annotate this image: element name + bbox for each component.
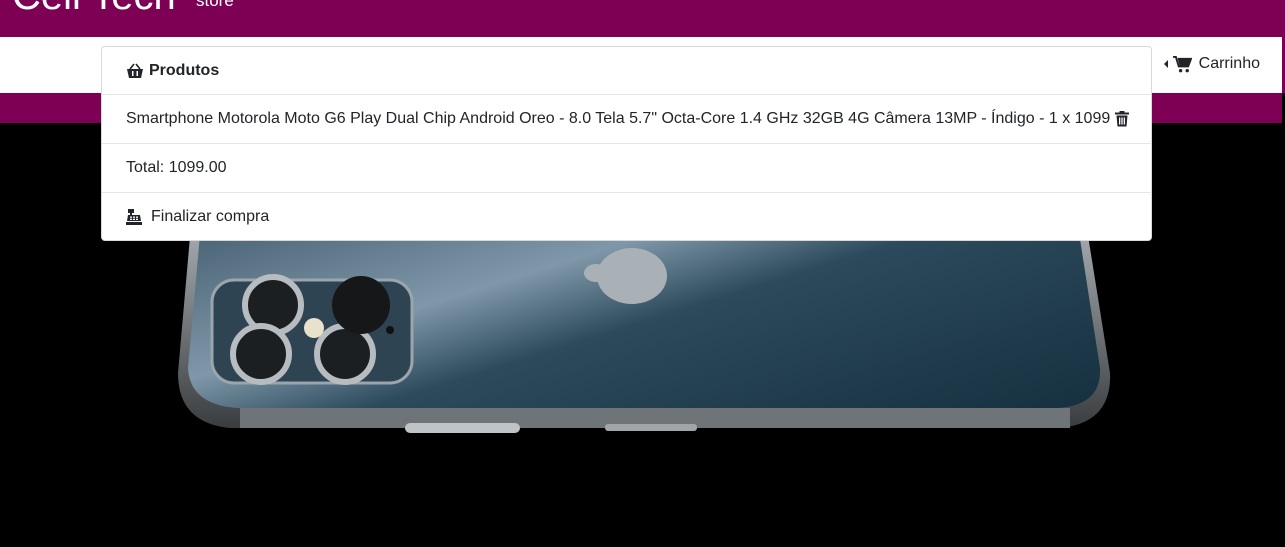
- checkout-label: Finalizar compra: [151, 208, 270, 225]
- cart-dropdown-title: Produtos: [149, 61, 220, 79]
- cart-dropdown-header: Produtos: [102, 47, 1151, 95]
- shopping-basket-icon: [127, 63, 143, 78]
- cart-dropdown-menu: Produtos Smartphone Motorola Moto G6 Pla…: [101, 46, 1152, 241]
- cart-total-text: Total: 1099.00: [126, 159, 227, 176]
- cash-register-icon: [126, 209, 142, 225]
- brand-suffix: store: [196, 0, 234, 10]
- trash-icon[interactable]: [1115, 111, 1130, 127]
- cart-item-description: Smartphone Motorola Moto G6 Play Dual Ch…: [126, 110, 1111, 127]
- cart-dropdown-toggle[interactable]: Carrinho: [1163, 55, 1260, 73]
- brand-header: Cell Tech store: [0, 0, 1285, 37]
- brand-name[interactable]: Cell Tech: [12, 0, 176, 16]
- shopping-cart-icon: [1172, 55, 1192, 72]
- checkout-link[interactable]: Finalizar compra: [102, 193, 1151, 241]
- caret-left-icon: [1163, 60, 1168, 68]
- cart-label: Carrinho: [1198, 55, 1260, 72]
- cart-total: Total: 1099.00: [102, 144, 1151, 193]
- cart-item: Smartphone Motorola Moto G6 Play Dual Ch…: [102, 95, 1151, 144]
